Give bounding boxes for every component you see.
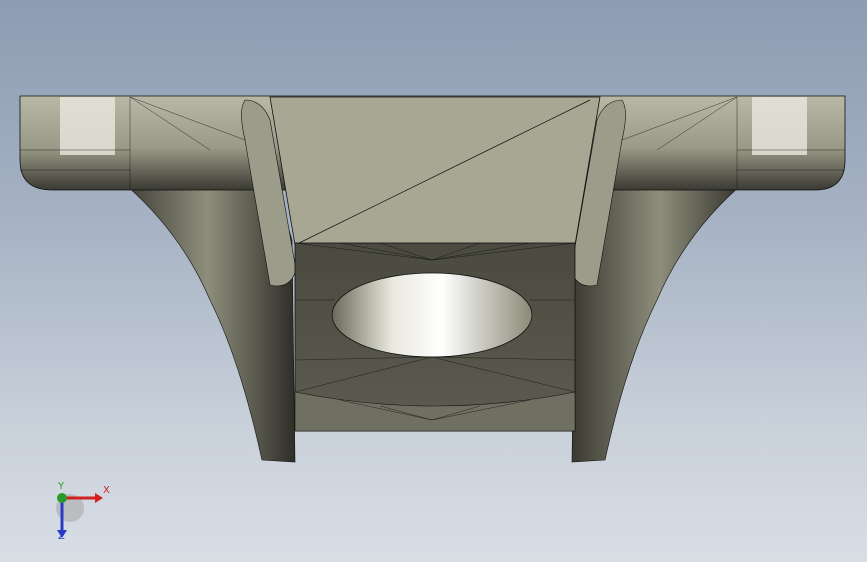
y-axis-label: Y <box>58 481 65 492</box>
x-axis-label: X <box>103 485 110 496</box>
bore-hole <box>331 272 533 358</box>
coordinate-triad: X Y Z <box>40 478 120 548</box>
z-axis-label: Z <box>58 531 65 542</box>
flange-left-highlight <box>60 97 115 155</box>
graphics-viewport[interactable]: X Y Z <box>0 0 867 562</box>
mesh-model[interactable] <box>0 0 867 562</box>
flange-right-highlight <box>752 97 807 155</box>
